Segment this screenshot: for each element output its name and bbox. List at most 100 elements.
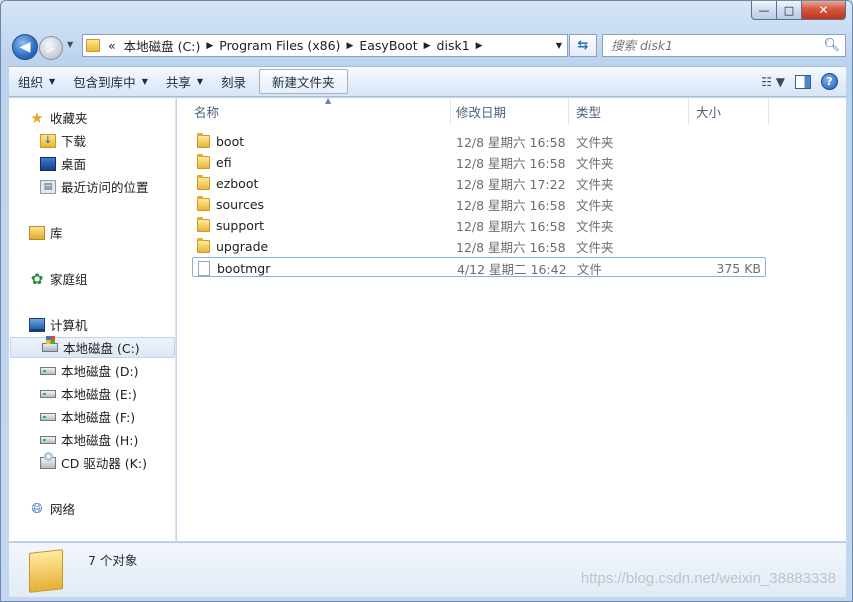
file-name: boot — [216, 133, 245, 149]
column-header-label: 修改日期 — [456, 105, 507, 120]
cd-drive-icon — [40, 451, 56, 469]
sidebar-label: 下载 — [61, 134, 87, 149]
chevron-down-icon: ▼ — [49, 77, 56, 86]
file-row-efi[interactable]: efi 12/8 星期六 16:58 文件夹 — [192, 152, 766, 172]
sidebar-label: 家庭组 — [50, 272, 88, 287]
hard-drive-icon — [40, 389, 56, 398]
breadcrumb-overflow[interactable]: « — [104, 38, 120, 53]
folder-icon — [29, 549, 63, 593]
folder-icon — [197, 174, 210, 190]
address-dropdown-icon[interactable]: ▼ — [551, 41, 567, 50]
column-header-date[interactable]: 修改日期 — [449, 98, 569, 125]
sidebar-item-libraries[interactable]: 库 — [9, 222, 63, 243]
new-folder-button[interactable]: 新建文件夹 — [259, 69, 348, 94]
watermark: https://blog.csdn.net/weixin_38883338 — [580, 570, 836, 587]
sidebar-item-homegroup[interactable]: ✿ 家庭组 — [9, 268, 88, 289]
file-date: 12/8 星期六 16:58 — [456, 197, 566, 213]
sidebar-item-local-disk-f[interactable]: 本地磁盘 (F:) — [9, 406, 135, 427]
column-header-name[interactable]: 名称 ▲ — [187, 96, 451, 125]
column-header-size[interactable]: 大小 — [689, 98, 769, 125]
column-header-type[interactable]: 类型 — [569, 98, 689, 125]
address-bar[interactable]: « 本地磁盘 (C:) ▶ Program Files (x86) ▶ Easy… — [82, 34, 568, 57]
sidebar-item-recent-places[interactable]: ▤ 最近访问的位置 — [9, 176, 149, 197]
network-icon: 🌐︎ — [31, 500, 43, 517]
recent-places-icon: ▤ — [40, 179, 56, 194]
hard-drive-icon — [40, 366, 56, 375]
sidebar-label: 本地磁盘 (D:) — [61, 364, 139, 379]
close-button[interactable]: ✕ — [802, 1, 846, 20]
sidebar-item-favorites[interactable]: ★ 收藏夹 — [9, 107, 87, 128]
sidebar-item-local-disk-d[interactable]: 本地磁盘 (D:) — [9, 360, 139, 381]
file-type: 文件夹 — [576, 197, 614, 213]
breadcrumb-item-program-files[interactable]: Program Files (x86) — [215, 38, 344, 53]
sidebar-label: 本地磁盘 (F:) — [61, 410, 136, 425]
sidebar-item-computer[interactable]: 计算机 — [9, 314, 88, 335]
chevron-down-icon: ▼ — [196, 77, 204, 86]
refresh-button[interactable]: ⇆ — [569, 34, 597, 57]
sidebar-item-network[interactable]: 🌐︎ 网络 — [9, 498, 75, 519]
forward-button[interactable]: ▶ — [39, 36, 63, 60]
file-name-cell: efi — [197, 152, 232, 172]
file-type: 文件夹 — [576, 218, 614, 234]
breadcrumb-separator[interactable]: ▶ — [204, 41, 215, 51]
sidebar-label: 本地磁盘 (H:) — [61, 433, 139, 448]
folder-icon — [197, 153, 210, 169]
file-row-ezboot[interactable]: ezboot 12/8 星期六 17:22 文件夹 — [192, 173, 766, 193]
breadcrumb-separator[interactable]: ▶ — [422, 41, 433, 51]
sidebar-label: 本地磁盘 (E:) — [61, 387, 137, 402]
sidebar-item-desktop[interactable]: 桌面 — [9, 153, 86, 174]
navigation-row: ◀ ▶ ▼ « 本地磁盘 (C:) ▶ Program Files (x86) … — [9, 32, 846, 60]
file-name: sources — [216, 196, 265, 212]
share-button[interactable]: 共享 ▼ — [157, 69, 212, 94]
breadcrumb-item-easyboot[interactable]: EasyBoot — [355, 38, 421, 53]
sidebar-item-cd-drive-k[interactable]: CD 驱动器 (K:) — [9, 451, 147, 473]
search-box[interactable]: 🔍︎ — [602, 34, 846, 57]
hard-drive-icon — [40, 435, 56, 444]
sidebar-label: 桌面 — [61, 157, 87, 172]
sidebar-item-local-disk-h[interactable]: 本地磁盘 (H:) — [9, 429, 138, 450]
forward-arrow-icon: ▶ — [46, 41, 56, 55]
sidebar-label: 本地磁盘 (C:) — [63, 341, 140, 356]
preview-pane-icon[interactable] — [795, 74, 811, 89]
minimize-button[interactable]: — — [751, 1, 777, 20]
folder-icon — [197, 195, 210, 211]
file-name-cell: ezboot — [197, 173, 258, 193]
breadcrumb-item-disk1[interactable]: disk1 — [433, 38, 474, 53]
file-row-support[interactable]: support 12/8 星期六 16:58 文件夹 — [192, 215, 766, 235]
download-folder-icon: ↓ — [40, 133, 56, 148]
file-row-bootmgr[interactable]: bootmgr 4/12 星期二 16:42 文件 375 KB — [192, 257, 766, 277]
file-name-cell: sources — [197, 194, 264, 214]
sidebar-item-local-disk-c[interactable]: 本地磁盘 (C:) — [10, 336, 175, 358]
star-icon: ★ — [30, 108, 44, 127]
file-row-sources[interactable]: sources 12/8 星期六 16:58 文件夹 — [192, 194, 766, 214]
folder-icon — [197, 237, 210, 253]
organize-button[interactable]: 组织 ▼ — [9, 69, 64, 94]
back-button[interactable]: ◀ — [12, 34, 38, 60]
folder-icon — [197, 132, 210, 148]
help-icon[interactable]: ? — [821, 73, 838, 90]
refresh-icon: ⇆ — [577, 38, 589, 53]
include-in-library-button[interactable]: 包含到库中 ▼ — [64, 69, 157, 94]
sidebar-label: CD 驱动器 (K:) — [61, 456, 147, 471]
breadcrumb-separator[interactable]: ▶ — [344, 41, 355, 51]
search-input[interactable] — [611, 38, 811, 53]
file-type: 文件夹 — [576, 155, 614, 171]
breadcrumb-separator[interactable]: ▶ — [474, 41, 485, 51]
sidebar-item-local-disk-e[interactable]: 本地磁盘 (E:) — [9, 383, 137, 404]
file-row-boot[interactable]: boot 12/8 星期六 16:58 文件夹 — [192, 131, 766, 151]
explorer-window: — □ ✕ ◀ ▶ ▼ « 本地磁盘 (C:) ▶ Program Files … — [0, 0, 853, 602]
recent-pages-dropdown[interactable]: ▼ — [67, 40, 73, 49]
file-date: 12/8 星期六 16:58 — [456, 239, 566, 255]
file-icon — [198, 260, 210, 276]
burn-button[interactable]: 刻录 — [212, 69, 255, 94]
view-options-icon[interactable]: ☷ ▼ — [761, 75, 785, 89]
sidebar-item-downloads[interactable]: ↓ 下载 — [9, 130, 86, 151]
computer-icon — [29, 317, 45, 332]
maximize-button[interactable]: □ — [777, 1, 802, 20]
sidebar-label: 库 — [50, 226, 63, 241]
file-row-upgrade[interactable]: upgrade 12/8 星期六 16:58 文件夹 — [192, 236, 766, 256]
search-icon[interactable]: 🔍︎ — [823, 38, 840, 53]
breadcrumb-item-local-disk-c[interactable]: 本地磁盘 (C:) — [120, 36, 205, 55]
column-headers: 名称 ▲ 修改日期 类型 大小 — [177, 96, 846, 125]
navigation-pane: ★ 收藏夹 ↓ 下载 桌面 ▤ 最近访问的位置 库 ✿ 家庭组 计算机 本地磁盘 (C:… — [9, 98, 176, 541]
